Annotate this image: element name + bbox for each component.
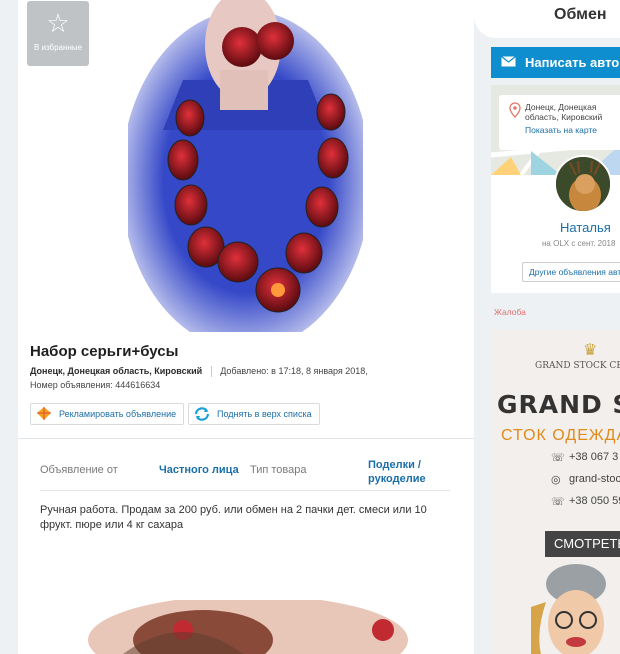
other-ads-button[interactable]: Другие объявления автора: [522, 262, 620, 282]
favorites-label: В избранные: [33, 43, 83, 52]
banner-brand-small: GRAND STOCK CENTER: [535, 361, 620, 371]
add-to-favorites-button[interactable]: ☆ В избранные: [27, 1, 89, 66]
listing-meta: Донецк, Донецкая область, Кировский Доба…: [30, 366, 368, 378]
banner-phone-2: +38 050 59: [569, 495, 620, 507]
write-author-button[interactable]: Написать автору: [491, 47, 620, 78]
raise-ad-label: Поднять в верх списка: [217, 409, 312, 419]
promote-ad-label: Рекламировать объявление: [59, 409, 177, 419]
tab-exchange-label: Обмен: [554, 6, 607, 23]
star-icon: ☆: [46, 9, 70, 39]
listing-description: Ручная работа. Продам за 200 руб. или об…: [40, 504, 427, 531]
address-box: Донецк, Донецкая область, Кировский Пока…: [499, 95, 620, 150]
ad-number: Номер объявления: 444616634: [30, 380, 161, 390]
promote-ad-button[interactable]: Рекламировать объявление: [30, 403, 185, 425]
envelope-icon: [501, 55, 516, 70]
globe-icon: ◎: [551, 474, 561, 486]
avatar[interactable]: [554, 155, 612, 213]
seller-address: Донецк, Донецкая область, Кировский: [525, 102, 603, 122]
detail-value-seller-type[interactable]: Частного лица: [159, 464, 239, 476]
listing-location[interactable]: Донецк, Донецкая область, Кировский: [30, 366, 202, 376]
listing-added-date: Добавлено: в 17:18, 8 января 2018,: [220, 366, 368, 376]
meta-divider: [210, 366, 212, 378]
banner-model-image: [531, 564, 606, 654]
listing-photo-secondary[interactable]: [83, 600, 408, 654]
ad-banner[interactable]: ♛ GRAND STOCK CENTER GRAND STOCK СТОК ОД…: [491, 330, 620, 654]
seller-card: Донецк, Донецкая область, Кировский Пока…: [491, 85, 620, 293]
crown-icon: ♛: [583, 342, 598, 359]
listing-title: Набор серьги+бусы: [30, 343, 179, 360]
phone-icon-2: ☏: [551, 496, 565, 508]
banner-tagline: СТОК ОДЕЖДА: [501, 427, 620, 444]
phone-icon: ☏: [551, 452, 565, 464]
kite-icon: [35, 406, 53, 422]
location-pin-icon: [509, 102, 521, 120]
banner-watch-button[interactable]: СМОТРЕТЬ: [545, 531, 620, 557]
listing-card: ☆ В избранные Набор серьги+бусы Донецк, …: [18, 0, 474, 654]
banner-brand-big: GRAND STOCK: [497, 390, 620, 419]
listing-photo[interactable]: [128, 0, 363, 332]
detail-value-product-type[interactable]: Поделки / рукоделие: [368, 458, 458, 486]
show-on-map-link[interactable]: Показать на карте: [525, 125, 620, 135]
detail-label-product-type: Тип товара: [250, 464, 307, 476]
details-divider: [40, 490, 450, 491]
member-since: на OLX с сент. 2018: [542, 239, 616, 248]
detail-label-seller-type: Объявление от: [40, 464, 118, 476]
refresh-icon: [193, 406, 211, 422]
raise-ad-button[interactable]: Поднять в верх списка: [188, 403, 320, 425]
seller-name[interactable]: Наталья: [560, 220, 611, 235]
write-author-label: Написать автору: [525, 55, 620, 70]
banner-phone-1: +38 067 3: [569, 451, 619, 463]
banner-site: grand-stock: [569, 473, 620, 485]
complain-link[interactable]: Жалоба: [494, 307, 526, 317]
section-divider: [18, 438, 474, 439]
tab-exchange[interactable]: Обмен: [474, 0, 620, 38]
